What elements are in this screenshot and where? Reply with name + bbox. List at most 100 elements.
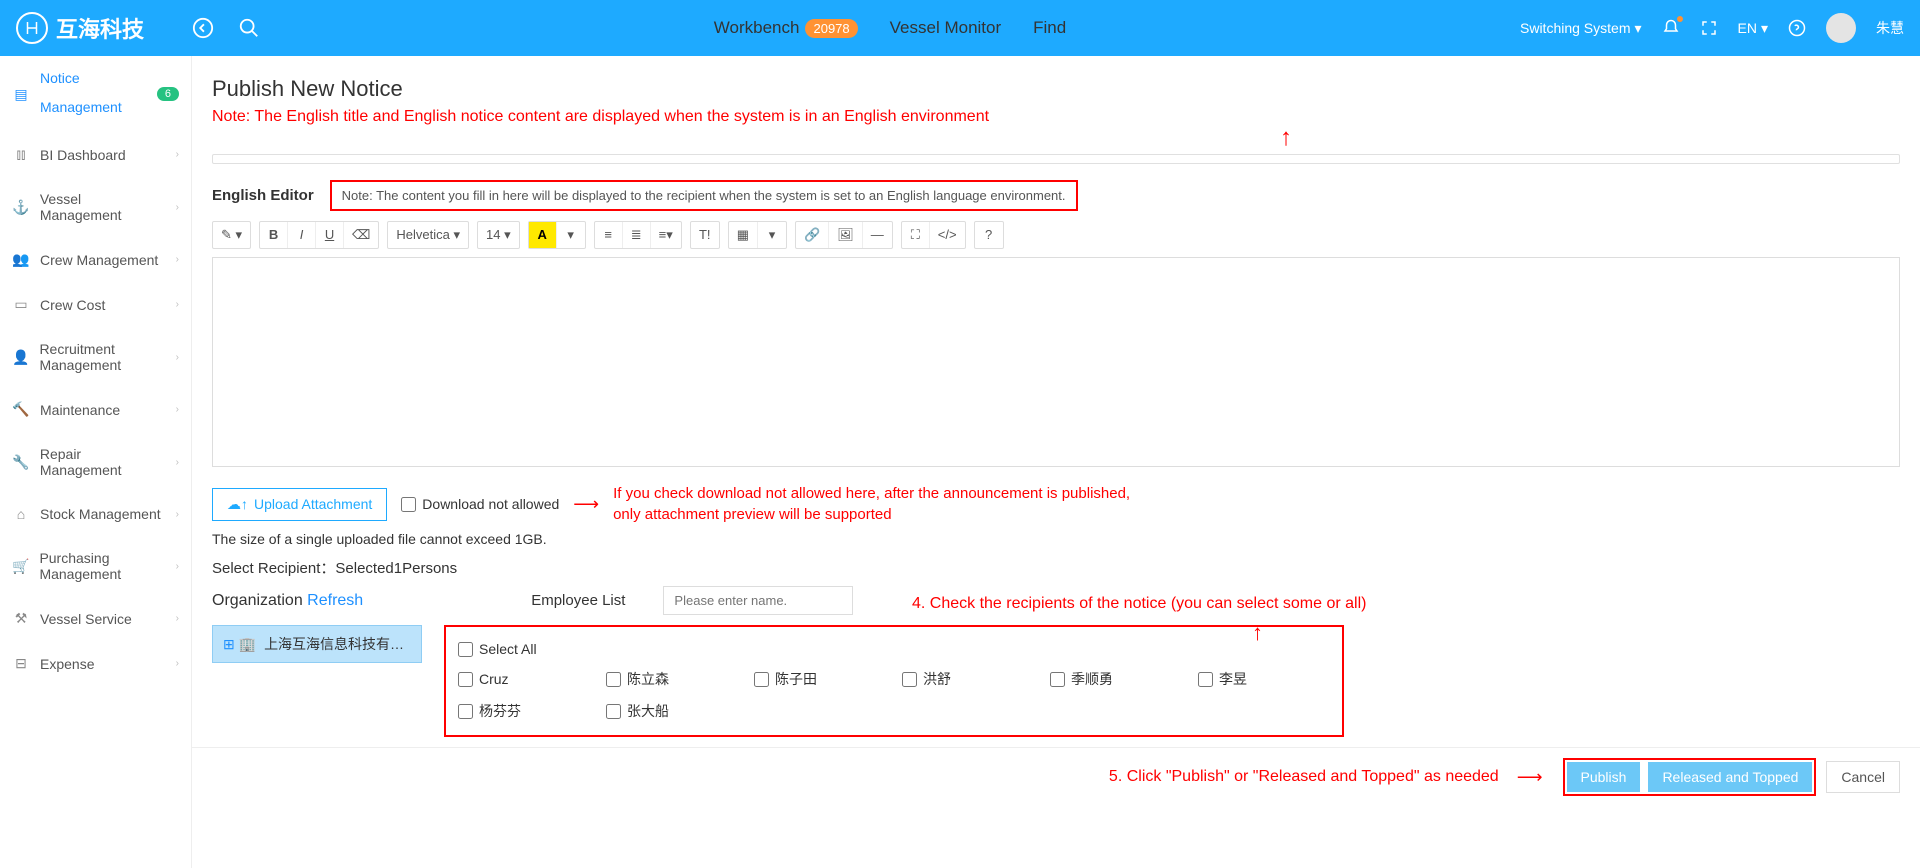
search-icon[interactable] bbox=[238, 17, 260, 39]
table-caret[interactable]: ▾ bbox=[758, 222, 786, 248]
font-color-caret[interactable]: ▾ bbox=[557, 222, 585, 248]
fullscreen-editor-button[interactable]: ⛶ bbox=[902, 222, 930, 248]
ul-button[interactable]: ≡ bbox=[595, 222, 623, 248]
font-family-dropdown[interactable]: Helvetica ▾ bbox=[388, 222, 468, 248]
employee-checkbox[interactable]: 陈立森 bbox=[606, 663, 706, 695]
upload-attachment-button[interactable]: ☁↑ Upload Attachment bbox=[212, 488, 387, 521]
employee-checkbox[interactable]: Cruz bbox=[458, 663, 558, 695]
red-arrow-up-icon: ↑ bbox=[1252, 620, 1263, 646]
employee-checkbox[interactable]: 洪舒 bbox=[902, 663, 1002, 695]
table-button[interactable]: ▦ bbox=[729, 222, 758, 248]
nav-vessel-monitor[interactable]: Vessel Monitor bbox=[890, 18, 1002, 38]
employee-checkbox[interactable]: 李昱 bbox=[1198, 663, 1298, 695]
erase-button[interactable]: ⌫ bbox=[344, 222, 378, 248]
chevron-right-icon: › bbox=[176, 299, 179, 310]
sidebar-item-stock[interactable]: ⌂Stock Management› bbox=[0, 492, 191, 536]
sidebar-item-label: Repair Management bbox=[40, 446, 166, 478]
select-all-checkbox[interactable]: Select All bbox=[458, 635, 1330, 663]
avatar[interactable] bbox=[1826, 13, 1856, 43]
released-and-topped-button[interactable]: Released and Topped bbox=[1648, 762, 1812, 792]
caret-down-icon: ▾ bbox=[1634, 20, 1641, 37]
employee-checkbox[interactable]: 季顺勇 bbox=[1050, 663, 1150, 695]
sidebar-item-crew-mgmt[interactable]: 👥Crew Management› bbox=[0, 237, 191, 282]
nav-workbench[interactable]: Workbench 20978 bbox=[714, 18, 858, 38]
back-icon[interactable] bbox=[192, 17, 214, 39]
cart-icon: 🛒 bbox=[12, 558, 29, 575]
sidebar-item-recruitment[interactable]: 👤Recruitment Management› bbox=[0, 327, 191, 387]
image-button[interactable]: 🖼 bbox=[829, 222, 863, 248]
font-size-dropdown[interactable]: 14 ▾ bbox=[478, 222, 519, 248]
fullscreen-icon[interactable] bbox=[1700, 19, 1718, 37]
people-icon: 👥 bbox=[12, 251, 30, 268]
download-annotation: If you check download not allowed here, … bbox=[613, 483, 1130, 525]
sidebar-item-label: BI Dashboard bbox=[40, 147, 126, 163]
sidebar-item-label: Purchasing Management bbox=[39, 550, 165, 582]
org-tree-label: 上海互海信息科技有… bbox=[264, 634, 404, 654]
sidebar-item-maintenance[interactable]: 🔨Maintenance› bbox=[0, 387, 191, 432]
nav-find[interactable]: Find bbox=[1033, 18, 1066, 38]
sidebar-item-repair[interactable]: 🔧Repair Management› bbox=[0, 432, 191, 492]
username[interactable]: 朱慧 bbox=[1876, 18, 1904, 38]
switching-label: Switching System bbox=[1520, 20, 1630, 36]
org-tree-node[interactable]: ⊞ 🏢 上海互海信息科技有… bbox=[212, 625, 422, 663]
employee-checkbox[interactable]: 陈子田 bbox=[754, 663, 854, 695]
red-arrow-right-icon: ⟶ bbox=[573, 494, 599, 515]
italic-button[interactable]: I bbox=[288, 222, 316, 248]
chevron-right-icon: › bbox=[176, 561, 179, 572]
line-button[interactable]: — bbox=[863, 222, 892, 248]
download-not-allowed-checkbox[interactable]: Download not allowed bbox=[401, 496, 559, 512]
brand-icon bbox=[16, 12, 48, 44]
bold-button[interactable]: B bbox=[260, 222, 288, 248]
upload-label: Upload Attachment bbox=[254, 496, 372, 512]
clear-format-button[interactable]: T! bbox=[691, 222, 719, 248]
employee-search-input[interactable] bbox=[663, 586, 853, 615]
sidebar-item-bi-dashboard[interactable]: ⫾⫾ BI Dashboard › bbox=[0, 132, 191, 177]
org-tree-icon: ⊞ 🏢 bbox=[223, 636, 256, 653]
editor-textarea[interactable] bbox=[212, 257, 1900, 467]
sidebar-item-vessel-service[interactable]: ⚒Vessel Service› bbox=[0, 596, 191, 641]
sidebar-item-expense[interactable]: ⊟Expense› bbox=[0, 641, 191, 686]
sidebar-item-crew-cost[interactable]: ▭Crew Cost› bbox=[0, 282, 191, 327]
chevron-right-icon: › bbox=[176, 457, 179, 468]
publish-button[interactable]: Publish bbox=[1567, 762, 1641, 792]
sidebar-item-label: Vessel Management bbox=[40, 191, 166, 223]
employee-checkbox[interactable]: 张大船 bbox=[606, 695, 706, 727]
underline-button[interactable]: U bbox=[316, 222, 344, 248]
sidebar-item-label: Recruitment Management bbox=[39, 341, 165, 373]
font-color-button[interactable]: A bbox=[529, 222, 557, 248]
language-dropdown[interactable]: EN ▾ bbox=[1738, 20, 1768, 37]
sidebar-item-notice[interactable]: ▤ Notice Management 6 bbox=[0, 56, 191, 132]
sidebar-item-label: Maintenance bbox=[40, 402, 120, 418]
sidebar-item-label: Crew Cost bbox=[40, 297, 105, 313]
switching-system-dropdown[interactable]: Switching System ▾ bbox=[1520, 20, 1642, 37]
help-icon[interactable] bbox=[1788, 19, 1806, 37]
workbench-badge: 20978 bbox=[805, 19, 857, 38]
chevron-right-icon: › bbox=[176, 254, 179, 265]
employee-checkbox[interactable]: 杨芬芬 bbox=[458, 695, 558, 727]
help-button[interactable]: ? bbox=[975, 222, 1003, 248]
sidebar-item-vessel-mgmt[interactable]: ⚓Vessel Management› bbox=[0, 177, 191, 237]
chevron-right-icon: › bbox=[176, 509, 179, 520]
link-button[interactable]: 🔗 bbox=[796, 222, 829, 248]
red-arrow-right-icon: ⟶ bbox=[1517, 767, 1543, 788]
sidebar-item-label: Vessel Service bbox=[40, 611, 132, 627]
sidebar-item-label: Notice bbox=[40, 70, 147, 86]
align-button[interactable]: ≡▾ bbox=[651, 222, 681, 248]
publish-buttons-highlight: Publish Released and Topped bbox=[1563, 758, 1817, 796]
notice-icon: ▤ bbox=[12, 86, 30, 103]
download-not-allowed-input[interactable] bbox=[401, 497, 416, 512]
cancel-button[interactable]: Cancel bbox=[1826, 761, 1900, 793]
style-dropdown[interactable]: ✎ ▾ bbox=[213, 222, 250, 248]
person-icon: 👤 bbox=[12, 349, 29, 366]
bell-icon[interactable] bbox=[1662, 19, 1680, 37]
refresh-link[interactable]: Refresh bbox=[307, 592, 363, 609]
code-view-button[interactable]: </> bbox=[930, 222, 965, 248]
sidebar-item-purchasing[interactable]: 🛒 Purchasing Management › bbox=[0, 536, 191, 596]
chevron-right-icon: › bbox=[176, 149, 179, 160]
chart-icon: ⫾⫾ bbox=[12, 146, 30, 163]
ol-button[interactable]: ≣ bbox=[623, 222, 651, 248]
nav-workbench-label: Workbench bbox=[714, 18, 800, 38]
editor-toolbar: ✎ ▾ B I U ⌫ Helvetica ▾ 14 ▾ A ▾ ≡ ≣ ≡▾ … bbox=[192, 221, 1920, 257]
anchor-icon: ⚓ bbox=[12, 199, 30, 216]
editor-note-box: Note: The content you fill in here will … bbox=[330, 180, 1078, 211]
